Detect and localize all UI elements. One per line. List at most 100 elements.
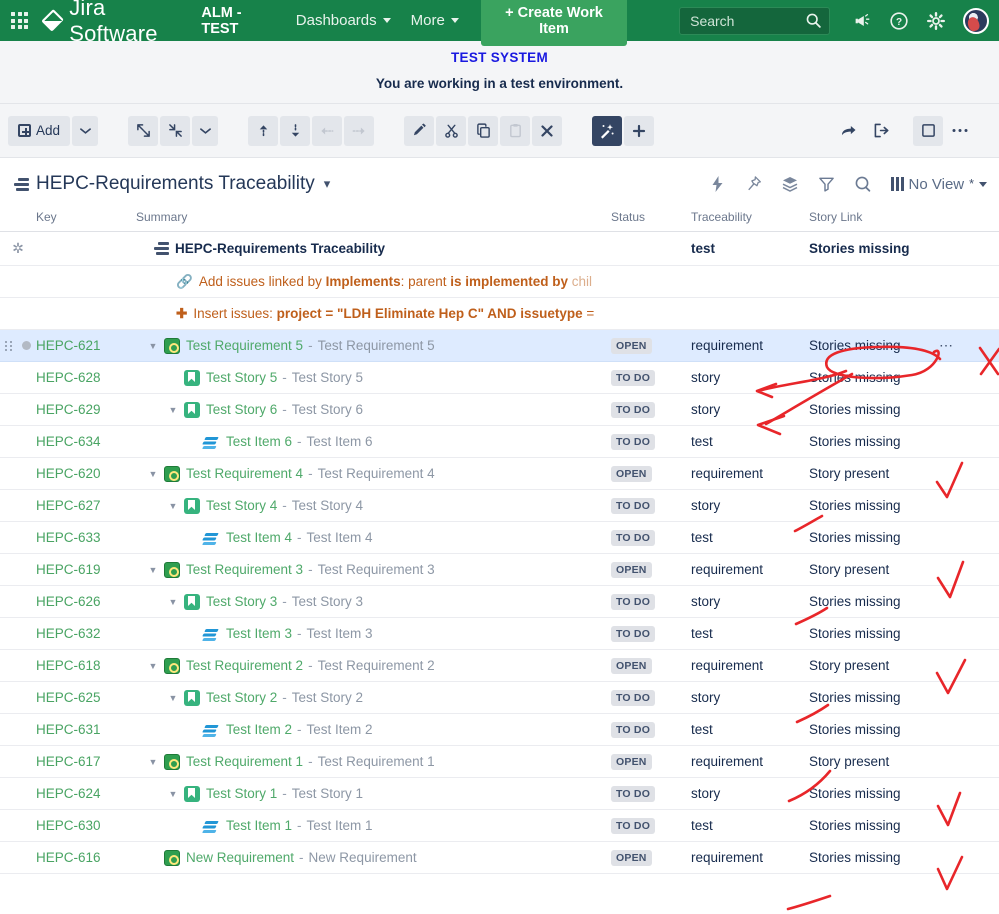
status-badge[interactable]: TO DO <box>611 530 656 546</box>
row-summary-name[interactable]: Test Story 5 <box>206 370 277 385</box>
issue-key-link[interactable]: HEPC-616 <box>36 850 101 865</box>
table-row[interactable]: HEPC-620 ▼ Test Requirement 4- Test Require… <box>0 457 999 490</box>
delete-icon[interactable] <box>532 115 563 146</box>
status-badge[interactable]: TO DO <box>611 722 656 738</box>
table-row[interactable]: HEPC-617 ▼ Test Requirement 1- Test Require… <box>0 745 999 778</box>
export-icon[interactable] <box>866 116 897 146</box>
twisty-icon[interactable]: ▼ <box>146 341 160 351</box>
issue-key-link[interactable]: HEPC-629 <box>36 402 101 417</box>
megaphone-icon[interactable] <box>852 11 872 31</box>
magic-wand-icon[interactable] <box>592 115 623 146</box>
issue-key-link[interactable]: HEPC-617 <box>36 754 101 769</box>
row-summary-name[interactable]: Test Item 6 <box>226 434 292 449</box>
collapse-all-icon[interactable] <box>160 115 191 146</box>
row-summary-name[interactable]: Test Story 2 <box>206 690 277 705</box>
issue-key-link[interactable]: HEPC-633 <box>36 530 101 545</box>
twisty-icon[interactable]: ▼ <box>166 597 180 607</box>
row-more-icon[interactable]: ⋯ <box>939 337 955 353</box>
project-label[interactable]: ALM - TEST <box>201 5 275 37</box>
table-row[interactable]: HEPC-628 Test Story 5- Test Story 5 TO DO st… <box>0 361 999 394</box>
table-row[interactable]: HEPC-625 ▼ Test Story 2- Test Story 2 TO DO s… <box>0 681 999 714</box>
move-down-icon[interactable] <box>280 115 311 146</box>
row-summary-name[interactable]: Test Item 2 <box>226 722 292 737</box>
search-icon[interactable] <box>805 12 822 34</box>
drag-handle-icon[interactable] <box>5 340 12 351</box>
issue-key-link[interactable]: HEPC-634 <box>36 434 101 449</box>
user-avatar[interactable] <box>963 7 990 34</box>
row-summary-name[interactable]: Test Requirement 3 <box>186 562 303 577</box>
status-badge[interactable]: OPEN <box>611 754 652 770</box>
row-summary-name[interactable]: Test Requirement 4 <box>186 466 303 481</box>
row-summary-name[interactable]: Test Story 1 <box>206 786 277 801</box>
chevron-down-icon[interactable]: ▾ <box>324 176 331 192</box>
row-summary-name[interactable]: Test Item 4 <box>226 530 292 545</box>
status-badge[interactable]: TO DO <box>611 498 656 514</box>
expand-all-icon[interactable] <box>128 115 159 146</box>
status-badge[interactable]: OPEN <box>611 850 652 866</box>
edit-icon[interactable] <box>404 115 435 146</box>
status-badge[interactable]: TO DO <box>611 818 656 834</box>
status-badge[interactable]: OPEN <box>611 562 652 578</box>
copy-icon[interactable] <box>468 115 499 146</box>
col-summary[interactable]: Summary <box>136 210 611 232</box>
status-badge[interactable]: OPEN <box>611 466 652 482</box>
pin-icon[interactable] <box>745 175 762 193</box>
issue-key-link[interactable]: HEPC-632 <box>36 626 101 641</box>
issue-key-link[interactable]: HEPC-618 <box>36 658 101 673</box>
status-badge[interactable]: TO DO <box>611 626 656 642</box>
row-summary-name[interactable]: Test Item 3 <box>226 626 292 641</box>
create-work-item-button[interactable]: + Create Work Item <box>480 0 628 46</box>
view-selector[interactable]: No View * <box>891 176 987 193</box>
share-icon[interactable] <box>833 116 864 146</box>
table-row[interactable]: HEPC-629 ▼ Test Story 6- Test Story 6 TO DO s… <box>0 393 999 426</box>
paste-icon[interactable] <box>500 115 531 146</box>
issue-key-link[interactable]: HEPC-630 <box>36 818 101 833</box>
nav-more[interactable]: More <box>411 12 459 29</box>
plus-icon[interactable] <box>624 115 655 146</box>
filter-icon[interactable] <box>818 175 835 193</box>
expand-dropdown-button[interactable] <box>192 115 219 146</box>
twisty-icon[interactable]: ▼ <box>146 469 160 479</box>
table-row[interactable]: HEPC-624 ▼ Test Story 1- Test Story 1 TO DO s… <box>0 777 999 810</box>
table-row[interactable]: HEPC-619 ▼ Test Requirement 3- Test Require… <box>0 553 999 586</box>
twisty-icon[interactable]: ▼ <box>166 501 180 511</box>
status-badge[interactable]: OPEN <box>611 338 652 354</box>
issue-key-link[interactable]: HEPC-624 <box>36 786 101 801</box>
issue-key-link[interactable]: HEPC-627 <box>36 498 101 513</box>
generator-row[interactable]: 🔗 Add issues linked by Implements: parent… <box>0 265 999 298</box>
status-badge[interactable]: TO DO <box>611 434 656 450</box>
row-summary-name[interactable]: Test Story 3 <box>206 594 277 609</box>
generator-row[interactable]: ✚ Insert issues: project = "LDH Eliminate… <box>0 297 999 330</box>
status-badge[interactable]: TO DO <box>611 594 656 610</box>
issue-key-link[interactable]: HEPC-626 <box>36 594 101 609</box>
row-summary-name[interactable]: Test Item 1 <box>226 818 292 833</box>
outdent-icon[interactable] <box>312 115 343 146</box>
indent-icon[interactable] <box>344 115 375 146</box>
panel-toggle-icon[interactable] <box>913 115 943 146</box>
app-switcher-icon[interactable] <box>8 8 32 34</box>
issue-key-link[interactable]: HEPC-628 <box>36 370 101 385</box>
col-status[interactable]: Status <box>611 210 691 232</box>
twisty-icon[interactable]: ▼ <box>166 693 180 703</box>
issue-key-link[interactable]: HEPC-625 <box>36 690 101 705</box>
issue-key-link[interactable]: HEPC-631 <box>36 722 101 737</box>
jira-software-logo[interactable]: Jira Software <box>41 0 189 47</box>
structure-title-group[interactable]: HEPC-Requirements Traceability ▾ <box>14 173 330 195</box>
col-traceability[interactable]: Traceability <box>691 210 809 232</box>
status-badge[interactable]: TO DO <box>611 370 656 386</box>
cut-icon[interactable] <box>436 115 467 146</box>
twisty-icon[interactable]: ▼ <box>146 661 160 671</box>
table-row[interactable]: HEPC-627 ▼ Test Story 4- Test Story 4 TO DO s… <box>0 489 999 522</box>
status-badge[interactable]: TO DO <box>611 690 656 706</box>
settings-icon[interactable] <box>926 11 946 31</box>
search-box[interactable] <box>679 6 831 35</box>
issue-key-link[interactable]: HEPC-621 <box>36 338 101 353</box>
row-summary-name[interactable]: New Requirement <box>186 850 294 865</box>
twisty-icon[interactable]: ▼ <box>146 757 160 767</box>
table-row[interactable]: HEPC-616 New Requirement - New Requirement O… <box>0 841 999 874</box>
search-icon[interactable] <box>854 175 872 193</box>
table-row[interactable]: HEPC-630 Test Item 1- Test Item 1 TO DO test… <box>0 809 999 842</box>
status-badge[interactable]: TO DO <box>611 786 656 802</box>
issue-key-link[interactable]: HEPC-620 <box>36 466 101 481</box>
issue-key-link[interactable]: HEPC-619 <box>36 562 101 577</box>
